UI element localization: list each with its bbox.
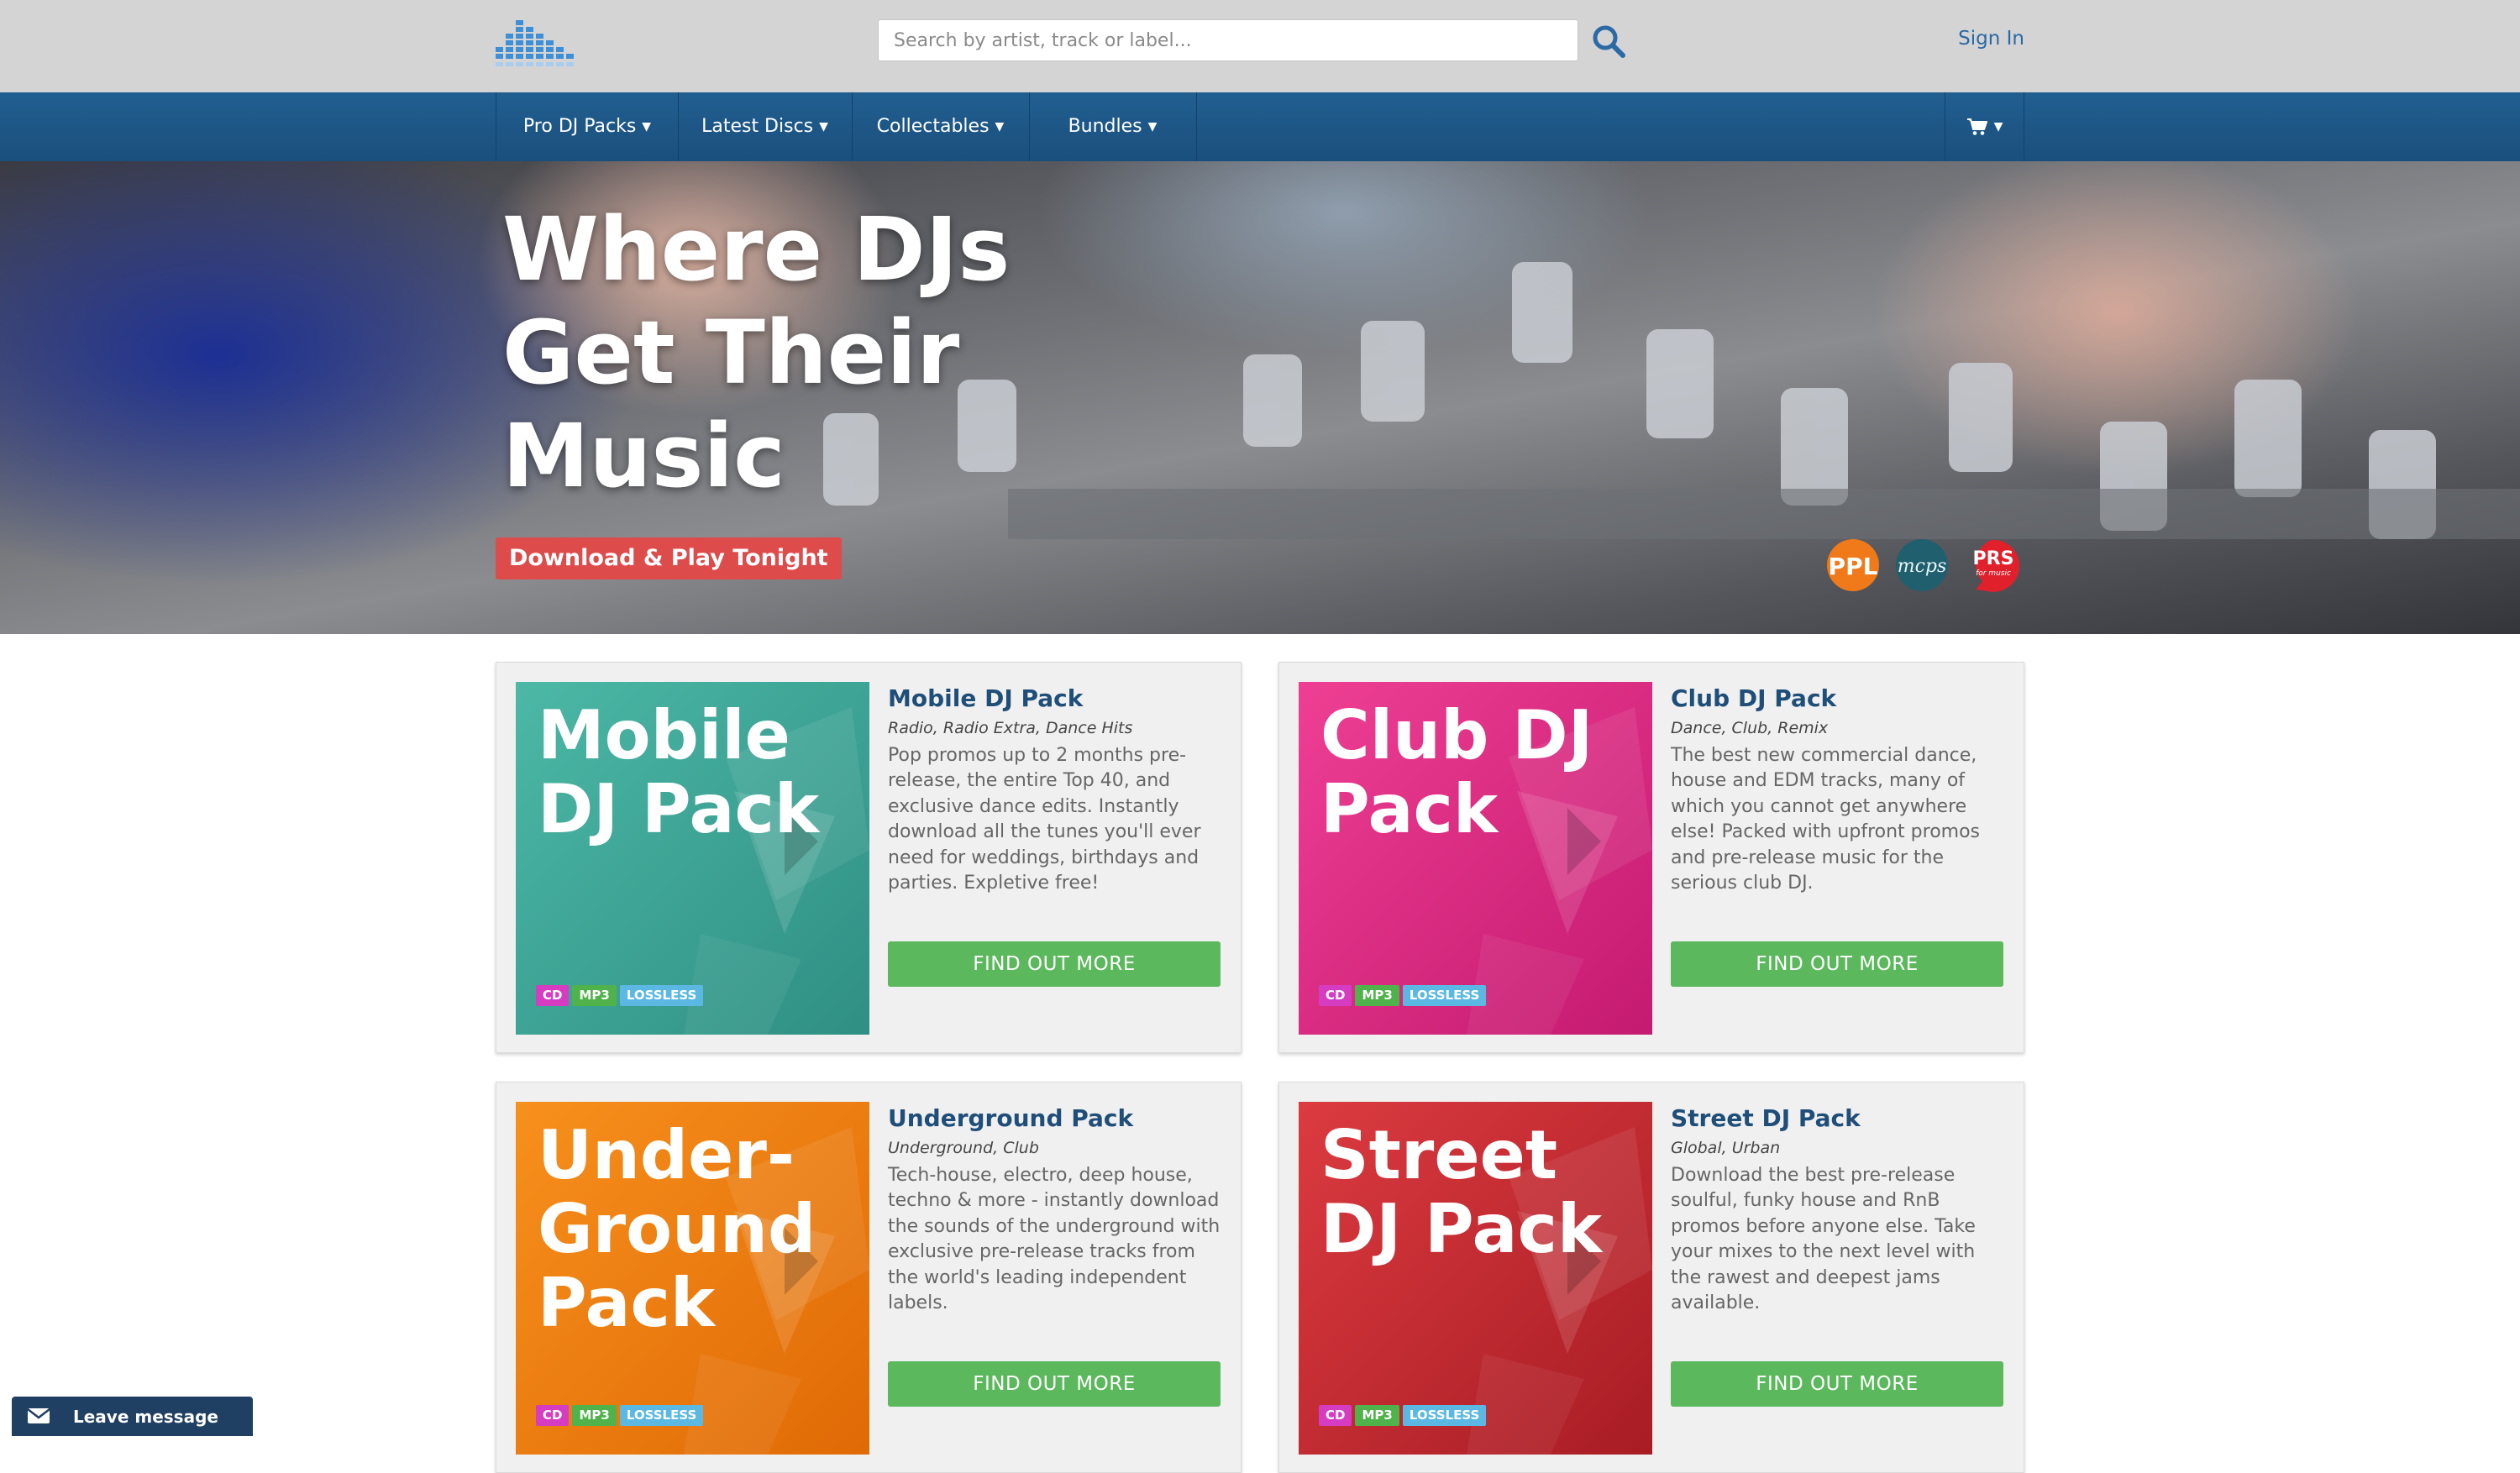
nav-item-collectables[interactable]: Collectables ▼ bbox=[852, 92, 1030, 161]
nav-item-label: Bundles bbox=[1068, 116, 1142, 137]
chat-label: Leave message bbox=[73, 1407, 218, 1427]
format-badges: CD MP3 LOSSLESS bbox=[1319, 1405, 1489, 1427]
card-mobile-dj-pack: Mobile DJ Pack CD MP3 LOSSLESS Mobile DJ P… bbox=[496, 662, 1242, 1053]
nav-item-label: Collectables bbox=[876, 116, 990, 137]
badge-mp3: MP3 bbox=[572, 985, 617, 1006]
card-art-title: Mobile DJ Pack bbox=[538, 696, 820, 848]
format-badges: CD MP3 LOSSLESS bbox=[1319, 985, 1489, 1007]
card-title[interactable]: Street DJ Pack bbox=[1671, 1104, 2007, 1133]
cart-dropdown[interactable]: ▼ bbox=[1945, 92, 2024, 161]
licensing-logos: PPL mcps PRS for music bbox=[1827, 539, 2020, 592]
hero-headline: Where DJs Get Their Music bbox=[502, 198, 1011, 507]
card-description: Tech-house, electro, deep house, techno … bbox=[888, 1165, 1221, 1314]
find-out-more-button[interactable]: FIND OUT MORE bbox=[1671, 941, 2003, 987]
badge-cd: CD bbox=[536, 1405, 570, 1426]
card-art-title: Street DJ Pack bbox=[1320, 1116, 1603, 1268]
hero-banner: Where DJs Get Their Music Download & Pla… bbox=[0, 161, 2520, 634]
caret-down-icon: ▼ bbox=[819, 120, 828, 134]
nav-item-pro-dj-packs[interactable]: Pro DJ Packs ▼ bbox=[496, 92, 679, 161]
shopping-cart-icon bbox=[1966, 118, 1987, 135]
envelope-icon bbox=[27, 1408, 50, 1423]
nav-item-label: Latest Discs bbox=[701, 116, 814, 137]
card-genres: Dance, Club, Remix bbox=[1671, 719, 1829, 737]
caret-down-icon: ▼ bbox=[995, 120, 1005, 134]
card-art-title: Club DJ Pack bbox=[1320, 696, 1593, 848]
card-club-dj-pack: Club DJ Pack CD MP3 LOSSLESS Club DJ Pack … bbox=[1278, 662, 2024, 1053]
nav-item-latest-discs[interactable]: Latest Discs ▼ bbox=[678, 92, 853, 161]
card-description: The best new commercial dance, house and… bbox=[1671, 745, 1981, 894]
card-genres: Radio, Radio Extra, Dance Hits bbox=[888, 719, 1133, 737]
card-title[interactable]: Underground Pack bbox=[888, 1104, 1224, 1133]
nav-item-label: Pro DJ Packs bbox=[522, 116, 637, 137]
leave-message-chat-widget[interactable]: Leave message bbox=[12, 1397, 253, 1436]
badge-cd: CD bbox=[536, 985, 570, 1006]
find-out-more-button[interactable]: FIND OUT MORE bbox=[888, 1361, 1221, 1407]
badge-mp3: MP3 bbox=[572, 1405, 617, 1426]
badge-mp3: MP3 bbox=[1355, 1405, 1399, 1426]
sign-in-link[interactable]: Sign In bbox=[1958, 28, 2024, 50]
card-underground-pack: Under-Ground Pack CD MP3 LOSSLESS Undergro… bbox=[496, 1082, 1242, 1473]
caret-down-icon: ▼ bbox=[1147, 120, 1158, 134]
card-description: Pop promos up to 2 months pre-release, t… bbox=[888, 745, 1201, 894]
prs-logo-icon: PRS for music bbox=[1973, 539, 2020, 592]
equalizer-logo-icon[interactable] bbox=[496, 17, 588, 76]
find-out-more-button[interactable]: FIND OUT MORE bbox=[888, 941, 1221, 987]
badge-lossless: LOSSLESS bbox=[619, 1405, 704, 1426]
card-art[interactable]: Club DJ Pack CD MP3 LOSSLESS bbox=[1299, 682, 1652, 1035]
card-genres: Underground, Club bbox=[888, 1139, 1039, 1157]
svg-text:for music: for music bbox=[1976, 569, 2011, 578]
badge-lossless: LOSSLESS bbox=[619, 985, 704, 1006]
find-out-more-button[interactable]: FIND OUT MORE bbox=[1671, 1361, 2003, 1407]
card-genres: Global, Urban bbox=[1671, 1139, 1781, 1157]
card-title[interactable]: Mobile DJ Pack bbox=[888, 684, 1224, 713]
badge-cd: CD bbox=[1319, 1405, 1352, 1426]
svg-text:PPL: PPL bbox=[1829, 553, 1878, 580]
svg-text:PRS: PRS bbox=[1973, 548, 2014, 569]
dj-mixer-background bbox=[823, 262, 2520, 539]
card-art-title: Under-Ground Pack bbox=[538, 1116, 816, 1342]
nav-item-bundles[interactable]: Bundles ▼ bbox=[1029, 92, 1197, 161]
caret-down-icon: ▼ bbox=[1993, 120, 2003, 134]
svg-text:mcps: mcps bbox=[1898, 556, 1947, 577]
card-art[interactable]: Street DJ Pack CD MP3 LOSSLESS bbox=[1299, 1102, 1652, 1455]
card-description: Download the best pre-release soulful, f… bbox=[1671, 1165, 1976, 1314]
search-input[interactable] bbox=[878, 19, 1578, 61]
card-street-dj-pack: Street DJ Pack CD MP3 LOSSLESS Street DJ P… bbox=[1278, 1082, 2024, 1473]
card-art[interactable]: Mobile DJ Pack CD MP3 LOSSLESS bbox=[516, 682, 869, 1035]
card-title[interactable]: Club DJ Pack bbox=[1671, 684, 2007, 713]
search-icon[interactable] bbox=[1590, 23, 1627, 60]
badge-cd: CD bbox=[1319, 985, 1352, 1006]
main-nav: Pro DJ Packs ▼ Latest Discs ▼ Collectables… bbox=[0, 92, 2520, 161]
format-badges: CD MP3 LOSSLESS bbox=[536, 985, 706, 1007]
badge-mp3: MP3 bbox=[1355, 985, 1399, 1006]
ppl-logo-icon: PPL bbox=[1827, 539, 1879, 591]
badge-lossless: LOSSLESS bbox=[1402, 985, 1487, 1006]
mcps-logo-icon: mcps bbox=[1896, 539, 1948, 591]
card-art[interactable]: Under-Ground Pack CD MP3 LOSSLESS bbox=[516, 1102, 869, 1455]
caret-down-icon: ▼ bbox=[642, 120, 652, 134]
top-bar: Sign In bbox=[0, 0, 2520, 92]
download-play-tonight-button[interactable]: Download & Play Tonight bbox=[496, 537, 842, 579]
badge-lossless: LOSSLESS bbox=[1402, 1405, 1487, 1426]
format-badges: CD MP3 LOSSLESS bbox=[536, 1405, 706, 1427]
